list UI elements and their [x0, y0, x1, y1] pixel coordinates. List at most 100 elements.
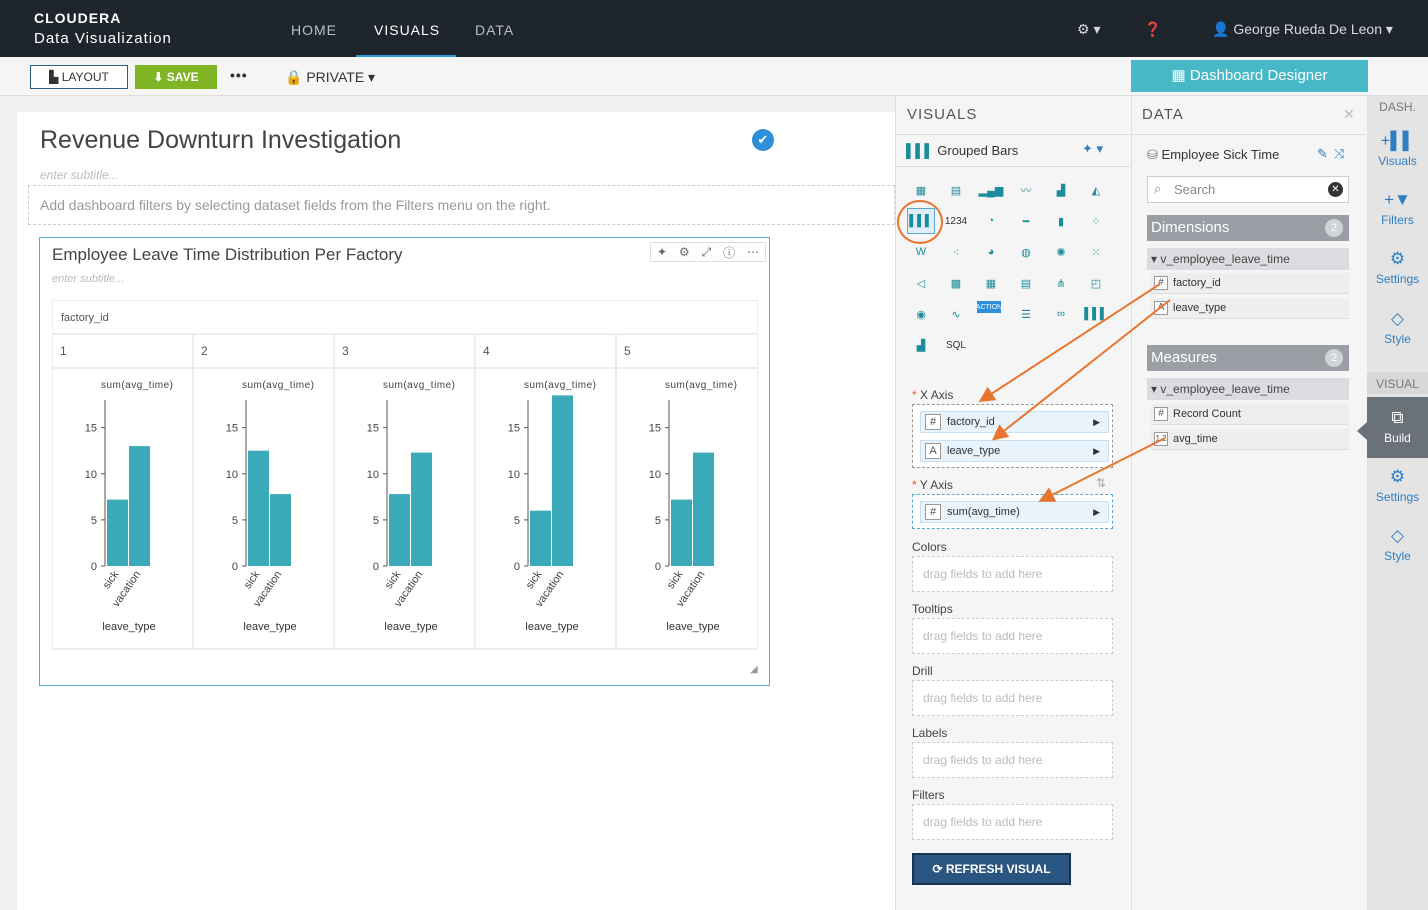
- dimensions-header[interactable]: Dimensions 2: [1147, 215, 1349, 241]
- tooltips-shelf[interactable]: drag fields to add here: [912, 618, 1113, 654]
- interactive-map-icon[interactable]: ◉: [907, 301, 935, 327]
- lines-icon[interactable]: 〰: [1012, 177, 1040, 203]
- combo-bars-lines-icon[interactable]: ▟: [1047, 177, 1075, 203]
- gauge-icon[interactable]: ◔: [977, 208, 1005, 234]
- sidebar-style[interactable]: ◇ Style: [1367, 309, 1428, 346]
- measures-header[interactable]: Measures 2: [1147, 345, 1349, 371]
- visual-title[interactable]: Employee Leave Time Distribution Per Fac…: [52, 245, 403, 265]
- funnel-icon[interactable]: ◁: [907, 270, 935, 296]
- field-avg-time[interactable]: 1.2 avg_time: [1151, 429, 1349, 450]
- edit-dataset-icon[interactable]: ✎: [1317, 146, 1328, 162]
- y-tick-label: 15: [85, 423, 97, 435]
- dimensions-table-group[interactable]: ▾ v_employee_leave_time: [1147, 248, 1349, 270]
- visual-subtitle-input[interactable]: enter subtitle...: [52, 273, 124, 285]
- dashboard-designer-button[interactable]: ▦ Dashboard Designer: [1131, 60, 1368, 92]
- radial-icon[interactable]: ◍: [1012, 239, 1040, 265]
- sparklines-icon[interactable]: ∿: [942, 301, 970, 327]
- cross-tabulation-icon[interactable]: ▤: [942, 177, 970, 203]
- action-button-icon[interactable]: ACTION: [976, 301, 1002, 313]
- info-icon[interactable]: ⓘ: [723, 244, 735, 261]
- calendar-heatmap-icon[interactable]: ▤: [1012, 270, 1040, 296]
- field-record-count[interactable]: # Record Count: [1151, 404, 1349, 425]
- pie-icon[interactable]: ◕: [977, 239, 1005, 265]
- dataset-icon: ⛁: [1147, 147, 1158, 162]
- refresh-icon: ⟳: [932, 862, 943, 876]
- x-axis-pill-leave-type[interactable]: Aleave_type ▶: [920, 440, 1109, 462]
- sql-icon[interactable]: SQL: [942, 332, 970, 358]
- settings-menu[interactable]: ⚙ ▾: [1077, 21, 1100, 38]
- gear-icon[interactable]: ⚙: [679, 245, 690, 259]
- check-icon: ✔: [752, 129, 774, 151]
- sidebar-visual-style[interactable]: ◇ Style: [1367, 526, 1428, 563]
- packed-bubbles-icon[interactable]: ⁘: [1082, 208, 1110, 234]
- rich-text-icon[interactable]: ☰: [1012, 301, 1040, 327]
- correlation-heatmap-icon[interactable]: ▦: [977, 270, 1005, 296]
- numeric-type-icon: #: [1154, 276, 1168, 290]
- sidebar-build[interactable]: ⧉ Build: [1367, 408, 1428, 445]
- download-icon: ⬇: [153, 70, 164, 84]
- chevron-down-icon: ▾: [1093, 21, 1101, 37]
- clear-search-icon[interactable]: ✕: [1328, 182, 1343, 197]
- nav-visuals[interactable]: VISUALS: [374, 22, 440, 38]
- histogram-icon[interactable]: ▂▄▆: [977, 177, 1005, 203]
- more-options-button[interactable]: •••: [230, 67, 248, 83]
- drill-shelf[interactable]: drag fields to add here: [912, 680, 1113, 716]
- trellis-bars-icon[interactable]: ▟: [907, 332, 935, 358]
- bullet-icon[interactable]: ━: [1012, 208, 1040, 234]
- privacy-dropdown[interactable]: 🔒 PRIVATE ▾: [285, 69, 375, 86]
- facet-label: 1: [60, 344, 67, 358]
- visual-type-selector[interactable]: ▌▌▌ Grouped Bars: [906, 143, 1018, 158]
- y-axis-pill-avg-time[interactable]: # sum(avg_time) ▶: [920, 501, 1109, 523]
- y-tick-label: 10: [85, 469, 97, 481]
- facet-label: 3: [342, 344, 349, 358]
- user-menu[interactable]: 👤 George Rueda De Leon ▾: [1212, 21, 1393, 38]
- nav-data[interactable]: DATA: [475, 22, 514, 38]
- sidebar-settings[interactable]: ⚙ Settings: [1367, 249, 1428, 286]
- thermometer-icon[interactable]: ▮: [1047, 208, 1075, 234]
- heatmap-icon[interactable]: ▩: [942, 270, 970, 296]
- sunburst-icon[interactable]: ✺: [1047, 239, 1075, 265]
- divider: [896, 166, 1130, 167]
- sidebar-visual-settings[interactable]: ⚙ Settings: [1367, 467, 1428, 504]
- grid-icon: ▦: [1171, 67, 1186, 84]
- refresh-visual-button[interactable]: ⟳ REFRESH VISUAL: [912, 853, 1071, 885]
- user-icon: 👤: [1212, 21, 1230, 37]
- kpi-label-icon[interactable]: 1234: [942, 208, 970, 234]
- areas-icon[interactable]: ◭: [1082, 177, 1110, 203]
- resize-handle-icon[interactable]: ◢: [750, 664, 758, 675]
- dashboard-title[interactable]: Revenue Downturn Investigation: [40, 126, 401, 155]
- sidebar-visuals[interactable]: +▌▌ Visuals: [1367, 131, 1428, 168]
- y-tick-label: 5: [373, 515, 379, 527]
- labels-shelf[interactable]: drag fields to add here: [912, 742, 1113, 778]
- colors-shelf[interactable]: drag fields to add here: [912, 556, 1113, 592]
- filters-shelf[interactable]: drag fields to add here: [912, 804, 1113, 840]
- scatter-icon[interactable]: ⁖: [942, 239, 970, 265]
- close-icon[interactable]: ✕: [1343, 106, 1355, 123]
- help-menu[interactable]: ❓: [1144, 21, 1161, 38]
- cogs-icon: ⚙: [1389, 467, 1406, 486]
- shuffle-icon[interactable]: ⤨: [1334, 146, 1344, 162]
- chord-icon[interactable]: ∞: [1047, 301, 1075, 327]
- nav-home[interactable]: HOME: [291, 22, 337, 38]
- sort-icon[interactable]: ⇅: [1096, 476, 1106, 490]
- cogs-icon: ⚙: [1389, 249, 1406, 268]
- measures-table-group[interactable]: ▾ v_employee_leave_time: [1147, 378, 1349, 400]
- x-axis-pill-factory-id[interactable]: # factory_id ▶: [920, 411, 1109, 433]
- visuals-panel-header: VISUALS: [907, 106, 978, 123]
- layout-button[interactable]: ▙ LAYOUT: [30, 65, 128, 89]
- more-icon[interactable]: ⋯: [747, 245, 759, 259]
- dashboard-subtitle-input[interactable]: enter subtitle...: [40, 168, 119, 182]
- sparkle-icon[interactable]: ✦ ▾: [1082, 141, 1103, 157]
- dendrogram-icon[interactable]: ⋔: [1047, 270, 1075, 296]
- field-factory-id[interactable]: # factory_id: [1151, 273, 1349, 294]
- network-icon[interactable]: ⁙: [1082, 239, 1110, 265]
- add-chart-icon: +▌▌: [1380, 131, 1415, 150]
- map-icon[interactable]: ◰: [1082, 270, 1110, 296]
- save-button[interactable]: ⬇ SAVE: [135, 65, 217, 89]
- field-leave-type[interactable]: Aleave_type: [1151, 298, 1349, 319]
- sidebar-filters[interactable]: +▼ Filters: [1367, 190, 1428, 227]
- expand-icon[interactable]: ⤢: [702, 245, 712, 260]
- bars-icon[interactable]: ▌▌▌: [1082, 301, 1110, 327]
- sparkle-icon[interactable]: ✦: [657, 245, 667, 259]
- field-search-input[interactable]: Search: [1147, 176, 1349, 203]
